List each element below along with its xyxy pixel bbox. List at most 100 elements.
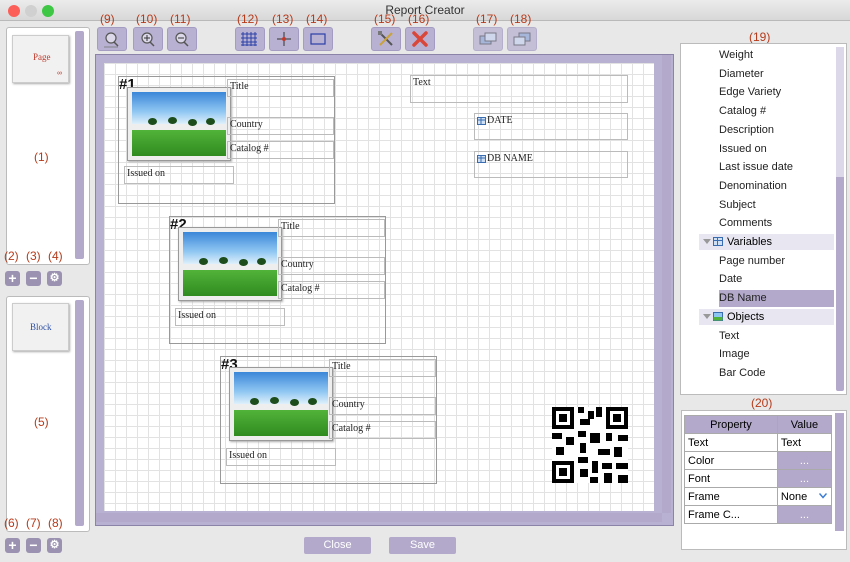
send-to-back-button[interactable] <box>507 27 537 51</box>
property-row-font[interactable]: Font ... <box>684 469 833 488</box>
property-row-frame-color[interactable]: Frame C... ... <box>684 505 833 524</box>
variable-item[interactable]: Page number <box>719 255 785 267</box>
variables-table-icon <box>713 237 723 246</box>
delete-icon <box>412 31 428 47</box>
save-button[interactable]: Save <box>389 537 456 554</box>
property-row-frame[interactable]: Frame None <box>684 487 833 506</box>
image-grass <box>183 270 277 296</box>
property-name: Font <box>684 469 778 488</box>
canvas-vertical-scrollbar[interactable] <box>662 55 671 513</box>
block-3-issued-field[interactable]: Issued on <box>226 448 336 466</box>
zoom-reset-button[interactable] <box>97 27 127 51</box>
field-item[interactable]: Edge Variety <box>719 86 781 98</box>
object-item[interactable]: Image <box>719 348 750 360</box>
annotation-15: (15) <box>374 12 396 26</box>
font-picker-button[interactable]: ... <box>776 469 833 488</box>
tree-icon <box>168 117 177 124</box>
delete-button[interactable] <box>405 27 435 51</box>
annotation-1: (1) <box>34 150 49 164</box>
field-item[interactable]: Weight <box>719 49 753 61</box>
remove-block-button[interactable]: − <box>26 538 41 553</box>
field-item[interactable]: Comments <box>719 217 772 229</box>
variable-table-icon <box>477 155 486 163</box>
bring-to-front-button[interactable] <box>473 27 503 51</box>
qr-code-icon[interactable] <box>552 407 628 483</box>
properties-scrollbar[interactable] <box>835 413 844 531</box>
property-row-color[interactable]: Color ... <box>684 451 833 470</box>
field-item[interactable]: Diameter <box>719 68 764 80</box>
field-item[interactable]: Description <box>719 124 774 136</box>
field-item[interactable]: Last issue date <box>719 161 793 173</box>
add-block-button[interactable]: + <box>5 538 20 553</box>
variable-table-icon <box>477 117 486 125</box>
block-3-image[interactable] <box>229 367 333 441</box>
object-item[interactable]: Text <box>719 330 739 342</box>
canvas-horizontal-scrollbar[interactable] <box>96 513 662 522</box>
group-variables[interactable]: Variables <box>699 234 834 250</box>
tree-icon <box>188 119 197 126</box>
block-3-country-field[interactable]: Country <box>329 397 436 415</box>
annotation-12: (12) <box>237 12 259 26</box>
property-row-text[interactable]: Text Text <box>684 433 833 452</box>
block-list-scrollbar[interactable] <box>75 300 84 526</box>
block-1-issued-field[interactable]: Issued on <box>124 166 234 184</box>
dbname-variable[interactable]: DB NAME <box>474 151 628 178</box>
group-label: Objects <box>727 310 765 323</box>
block-3-title-field[interactable]: Title <box>329 359 436 377</box>
tools-button[interactable] <box>371 27 401 51</box>
text-object[interactable]: Text <box>410 75 628 103</box>
page-settings-button[interactable]: ⚙ <box>47 271 62 286</box>
object-item[interactable]: Bar Code <box>719 367 765 379</box>
disclosure-triangle-icon[interactable] <box>703 239 711 244</box>
page-list-scrollbar[interactable] <box>75 31 84 259</box>
field-item[interactable]: Issued on <box>719 143 767 155</box>
snap-to-grid-button[interactable] <box>269 27 299 51</box>
frame-select[interactable]: None <box>776 487 833 506</box>
block-thumbnail[interactable]: Block <box>12 303 69 351</box>
report-block-2[interactable]: #2 Title Country Catalog # Issued on <box>169 216 386 344</box>
field-item[interactable]: Denomination <box>719 180 787 192</box>
field-label: Text <box>413 77 431 88</box>
block-1-title-field[interactable]: Title <box>227 79 334 97</box>
annotation-8: (8) <box>48 516 63 530</box>
close-button[interactable]: Close <box>304 537 371 554</box>
field-item[interactable]: Subject <box>719 199 756 211</box>
block-1-country-field[interactable]: Country <box>227 117 334 135</box>
block-3-catalog-field[interactable]: Catalog # <box>329 421 436 439</box>
block-2-image[interactable] <box>178 227 282 301</box>
disclosure-triangle-icon[interactable] <box>703 313 711 319</box>
block-2-issued-field[interactable]: Issued on <box>175 308 285 326</box>
properties-header: Property Value <box>684 415 833 434</box>
block-2-title-field[interactable]: Title <box>278 219 385 237</box>
report-page[interactable]: #1 Title Country Catalog # Issued on #2 <box>104 63 654 511</box>
show-frames-button[interactable] <box>303 27 333 51</box>
tree-icon <box>219 257 228 264</box>
variable-item[interactable]: DB Name <box>719 292 767 304</box>
report-block-1[interactable]: #1 Title Country Catalog # Issued on <box>118 76 335 204</box>
show-grid-button[interactable] <box>235 27 265 51</box>
block-2-catalog-field[interactable]: Catalog # <box>278 281 385 299</box>
color-picker-button[interactable]: ... <box>776 451 833 470</box>
tree-icon <box>206 118 215 125</box>
block-2-country-field[interactable]: Country <box>278 257 385 275</box>
group-label: Variables <box>727 236 773 248</box>
group-objects[interactable]: Objects <box>699 308 834 325</box>
variable-item[interactable]: Date <box>719 273 742 285</box>
block-settings-button[interactable]: ⚙ <box>47 538 62 553</box>
property-value-text[interactable]: Text <box>776 433 833 452</box>
block-1-image[interactable] <box>127 87 231 161</box>
tree-icon <box>239 259 248 266</box>
report-canvas[interactable]: #1 Title Country Catalog # Issued on #2 <box>95 54 674 526</box>
remove-page-button[interactable]: − <box>26 271 41 286</box>
zoom-in-button[interactable] <box>133 27 163 51</box>
frame-color-picker-button[interactable]: ... <box>776 505 833 524</box>
report-block-3[interactable]: #3 Title Country Catalog # Issued on <box>220 356 437 484</box>
zoom-out-button[interactable] <box>167 27 197 51</box>
date-variable[interactable]: DATE <box>474 113 628 140</box>
property-column-header: Property <box>684 415 778 434</box>
add-page-button[interactable]: + <box>5 271 20 286</box>
page-thumbnail[interactable]: Page ∞ <box>12 35 69 83</box>
field-item[interactable]: Catalog # <box>719 105 766 117</box>
block-1-catalog-field[interactable]: Catalog # <box>227 141 334 159</box>
tree-icon <box>270 397 279 404</box>
